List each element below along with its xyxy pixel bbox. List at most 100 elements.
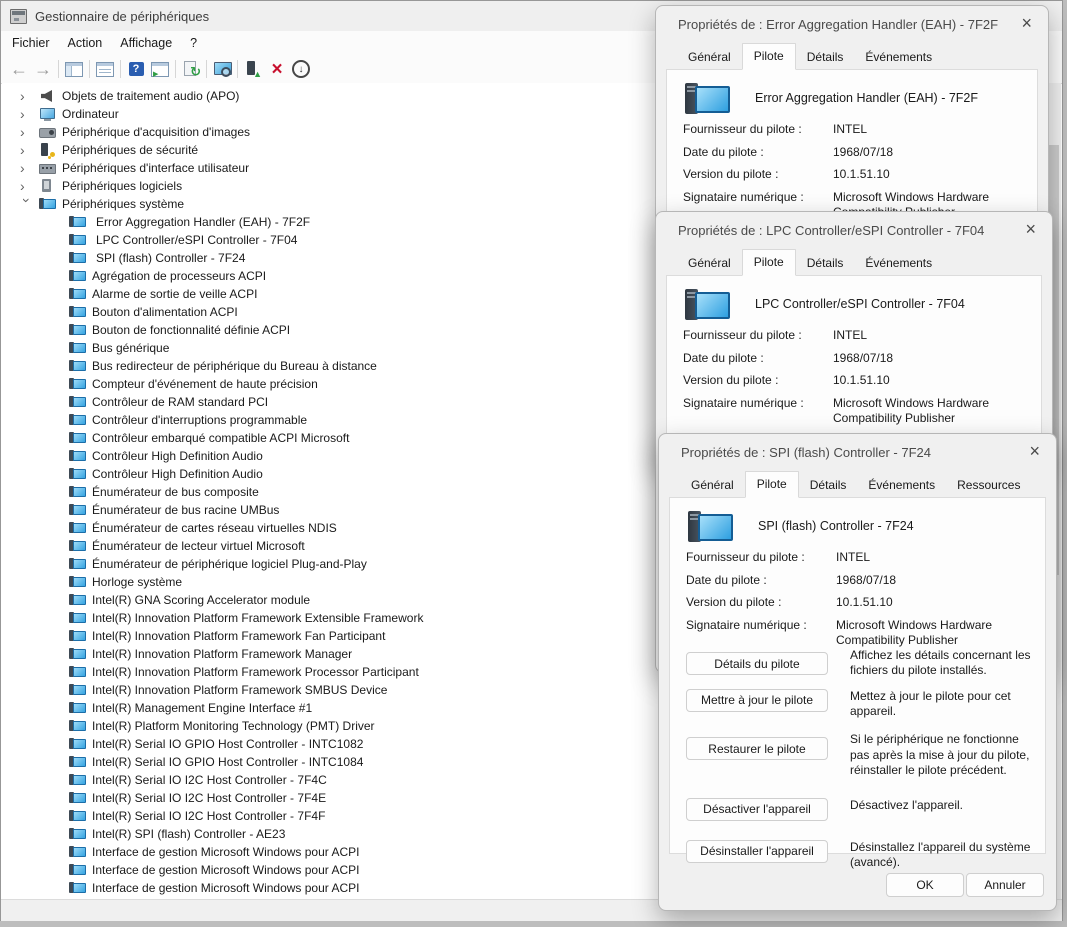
properties-dialog-spi: Propriétés de : SPI (flash) Controller -… (658, 433, 1057, 911)
close-icon[interactable]: × (1029, 442, 1040, 460)
tab-general[interactable]: Général (677, 252, 742, 276)
device-name: Error Aggregation Handler (EAH) - 7F2F (755, 91, 978, 105)
back-icon[interactable]: ← (7, 58, 31, 80)
sysdev-device-icon (69, 413, 86, 427)
chevron-right-icon[interactable]: › (20, 161, 34, 175)
tab-pilote[interactable]: Pilote (742, 43, 796, 70)
driver-field-row: Signataire numérique :Microsoft Windows … (683, 396, 1033, 425)
tab-evenements[interactable]: Événements (854, 46, 943, 70)
tab-evenements[interactable]: Événements (857, 474, 946, 498)
ok-button[interactable]: OK (886, 873, 964, 897)
device-name: LPC Controller/eSPI Controller - 7F04 (755, 297, 965, 311)
close-icon[interactable]: × (1025, 220, 1036, 238)
field-value: INTEL (833, 328, 1033, 343)
tab-general[interactable]: Général (680, 474, 745, 498)
driver-details-button[interactable]: Détails du pilote (686, 652, 828, 675)
uninstall-glyph: × (271, 60, 282, 79)
action-description: Mettez à jour le pilote pour cet apparei… (850, 689, 1037, 720)
driver-field-row: Signataire numérique :Microsoft Windows … (686, 618, 1037, 647)
tree-item-label: Énumérateur de lecteur virtuel Microsoft (92, 539, 305, 553)
tab-pilote[interactable]: Pilote (742, 249, 796, 276)
tree-item-label: Alarme de sortie de veille ACPI (92, 287, 257, 301)
menu-item-action[interactable]: Action (59, 36, 112, 50)
update-driver-icon[interactable] (241, 58, 265, 80)
show-console-tree-icon[interactable] (62, 58, 86, 80)
audio-device-icon (39, 89, 56, 103)
chevron-right-icon[interactable]: › (20, 125, 34, 139)
tree-item-label: Contrôleur embarqué compatible ACPI Micr… (92, 431, 349, 445)
system-device-icon (39, 197, 56, 211)
tree-item-label: Contrôleur d'interruptions programmable (92, 413, 307, 427)
tree-item-label: Intel(R) Serial IO I2C Host Controller -… (92, 809, 325, 823)
sysdev-device-icon (69, 791, 86, 805)
tree-item-label: Intel(R) Innovation Platform Framework S… (92, 683, 387, 697)
field-value: 10.1.51.10 (833, 373, 1033, 388)
computer-search-icon[interactable] (210, 58, 234, 80)
menu-item-affichage[interactable]: Affichage (111, 36, 181, 50)
sysdev-device-icon (69, 323, 86, 337)
tree-item-label: SPI (flash) Controller - 7F24 (96, 251, 245, 265)
driver-fields: Fournisseur du pilote :INTELDate du pilo… (683, 114, 1029, 219)
chevron-right-icon[interactable]: › (20, 143, 34, 157)
sysdev-device-icon (69, 755, 86, 769)
tree-item-label: Intel(R) Innovation Platform Framework M… (92, 647, 352, 661)
chevron-right-icon[interactable]: › (20, 179, 34, 193)
window-title: Gestionnaire de périphériques (35, 9, 209, 24)
driver-field-row: Date du pilote :1968/07/18 (686, 573, 1037, 588)
close-icon[interactable]: × (1021, 14, 1032, 32)
tab-general[interactable]: Général (677, 46, 742, 70)
tab-pilote[interactable]: Pilote (745, 471, 799, 498)
properties-icon[interactable] (93, 58, 117, 80)
menu-item-help[interactable]: ? (181, 36, 206, 50)
forward-icon[interactable]: → (31, 58, 55, 80)
field-value: 10.1.51.10 (836, 595, 1037, 610)
sysdev-device-icon (69, 665, 86, 679)
field-value: 1968/07/18 (836, 573, 1037, 588)
uninstall-device-icon[interactable]: × (265, 58, 289, 80)
software-device-icon (39, 179, 56, 193)
scan-hardware-changes-icon[interactable] (179, 58, 203, 80)
sysdev-device-icon (69, 593, 86, 607)
tree-item-label: Contrôleur de RAM standard PCI (92, 395, 268, 409)
chevron-down-icon[interactable]: › (20, 198, 34, 212)
help-icon[interactable]: ? (124, 58, 148, 80)
device-icon (686, 510, 732, 546)
update-driver-button[interactable]: Mettre à jour le pilote (686, 689, 828, 712)
properties-glyph (96, 62, 114, 77)
hid-device-icon (39, 161, 56, 175)
tree-item-label: Bouton de fonctionnalité définie ACPI (92, 323, 290, 337)
pilote-tab-page: SPI (flash) Controller - 7F24 Fournisseu… (669, 497, 1046, 854)
field-label: Date du pilote : (683, 145, 833, 160)
tree-item-label: Intel(R) Serial IO I2C Host Controller -… (92, 773, 327, 787)
sysdev-device-icon (69, 557, 86, 571)
tab-details[interactable]: Détails (796, 46, 855, 70)
forward-arrow-glyph: → (34, 60, 52, 78)
tab-evenements[interactable]: Événements (854, 252, 943, 276)
sysdev-device-icon (69, 647, 86, 661)
tree-item-label: Intel(R) Management Engine Interface #1 (92, 701, 312, 715)
cancel-button[interactable]: Annuler (966, 873, 1044, 897)
export-list-icon[interactable] (148, 58, 172, 80)
tab-ressources[interactable]: Ressources (946, 474, 1031, 498)
driver-action-row: Désactiver l'appareil Désactivez l'appare… (686, 798, 1037, 821)
field-label: Fournisseur du pilote : (683, 122, 833, 137)
menu-item-fichier[interactable]: Fichier (3, 36, 59, 50)
help-glyph: ? (129, 62, 144, 76)
field-value: 10.1.51.10 (833, 167, 1029, 182)
roll-back-driver-button[interactable]: Restaurer le pilote (686, 737, 828, 760)
chevron-right-icon[interactable]: › (20, 89, 34, 103)
disable-device-icon[interactable]: ↓ (289, 58, 313, 80)
console-tree-glyph (65, 62, 83, 77)
driver-action-row: Détails du piloteAffichez les détails co… (686, 652, 1037, 679)
disable-device-button[interactable]: Désactiver l'appareil (686, 798, 828, 821)
chevron-right-icon[interactable]: › (20, 107, 34, 121)
field-value: Microsoft Windows Hardware Compatibility… (836, 618, 1037, 647)
tree-item-label: Error Aggregation Handler (EAH) - 7F2F (96, 215, 310, 229)
action-description: Désactivez l'appareil. (850, 798, 1037, 813)
tab-strip: GénéralPiloteDétailsÉvénements (677, 45, 943, 70)
toolbar-separator (175, 60, 176, 78)
driver-field-row: Fournisseur du pilote :INTEL (683, 328, 1033, 343)
tab-details[interactable]: Détails (796, 252, 855, 276)
tab-details[interactable]: Détails (799, 474, 858, 498)
tree-item-label: Intel(R) GNA Scoring Accelerator module (92, 593, 310, 607)
